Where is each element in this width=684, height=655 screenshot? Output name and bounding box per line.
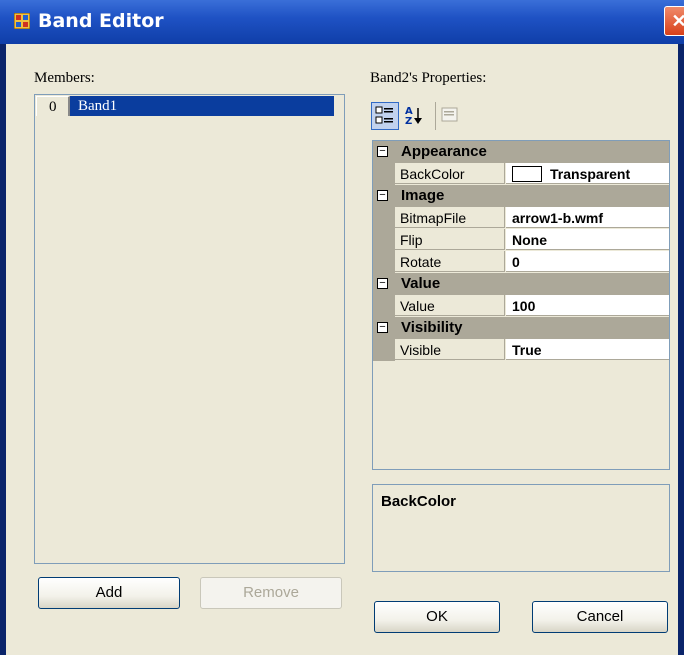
property-pages-button[interactable] — [435, 102, 463, 130]
category-label: Visibility — [401, 319, 463, 336]
collapse-icon[interactable]: − — [377, 190, 388, 201]
property-row-bitmapfile[interactable]: BitmapFile arrow1-b.wmf — [373, 207, 669, 229]
app-icon — [14, 13, 30, 29]
add-button[interactable]: Add — [38, 577, 180, 609]
close-icon: ✕ — [671, 11, 684, 31]
property-description: BackColor — [372, 484, 670, 572]
property-grid[interactable]: − Appearance BackColor Transparent − Ima… — [372, 140, 670, 470]
property-value[interactable]: None — [506, 229, 669, 250]
row-gutter — [373, 229, 395, 251]
property-row-flip[interactable]: Flip None — [373, 229, 669, 251]
color-swatch — [512, 166, 542, 183]
property-toolbar: A Z — [371, 100, 471, 132]
cancel-button[interactable]: Cancel — [532, 601, 668, 633]
property-value[interactable]: 0 — [506, 251, 669, 272]
list-item[interactable]: 0 Band1 — [36, 96, 334, 116]
property-value[interactable]: Transparent — [506, 163, 669, 184]
member-name: Band1 — [78, 98, 118, 114]
row-gutter — [373, 295, 395, 317]
category-label: Appearance — [401, 143, 487, 160]
dialog-body: Members: 0 Band1 Add Remove Band2's Prop… — [6, 44, 678, 655]
property-name: BitmapFile — [395, 207, 505, 228]
window-title: Band Editor — [38, 10, 164, 32]
property-row-rotate[interactable]: Rotate 0 — [373, 251, 669, 273]
categorized-button[interactable] — [371, 102, 399, 130]
property-name: Rotate — [395, 251, 505, 272]
property-value[interactable]: arrow1-b.wmf — [506, 207, 669, 228]
members-list[interactable]: 0 Band1 — [34, 94, 345, 564]
alphabetical-sort-icon: A Z — [405, 106, 422, 127]
property-name: Flip — [395, 229, 505, 250]
properties-label: Band2's Properties: — [370, 70, 487, 86]
category-label: Value — [401, 275, 441, 292]
property-name: Visible — [395, 339, 505, 360]
description-title: BackColor — [381, 493, 457, 510]
collapse-icon[interactable]: − — [377, 146, 388, 157]
property-pages-icon — [441, 107, 458, 122]
category-appearance[interactable]: − Appearance — [373, 141, 669, 163]
property-row-backcolor[interactable]: BackColor Transparent — [373, 163, 669, 185]
row-gutter — [373, 163, 395, 185]
property-row-value[interactable]: Value 100 — [373, 295, 669, 317]
row-gutter — [373, 207, 395, 229]
property-row-visible[interactable]: Visible True — [373, 339, 669, 361]
title-bar[interactable]: Band Editor ✕ — [0, 0, 684, 44]
category-label: Image — [401, 187, 445, 204]
property-value-text: Transparent — [550, 166, 631, 182]
close-button[interactable]: ✕ — [664, 6, 684, 36]
property-name: BackColor — [395, 163, 505, 184]
property-value[interactable]: True — [506, 339, 669, 360]
row-gutter — [373, 339, 395, 361]
row-gutter — [373, 251, 395, 273]
property-name: Value — [395, 295, 505, 316]
members-label: Members: — [34, 70, 95, 86]
ok-button[interactable]: OK — [374, 601, 500, 633]
collapse-icon[interactable]: − — [377, 322, 388, 333]
category-value[interactable]: − Value — [373, 273, 669, 295]
category-image[interactable]: − Image — [373, 185, 669, 207]
category-visibility[interactable]: − Visibility — [373, 317, 669, 339]
svg-text:Z: Z — [405, 116, 412, 127]
band-editor-window: Band Editor ✕ Members: 0 Band1 Add Remov… — [0, 0, 684, 655]
collapse-icon[interactable]: − — [377, 278, 388, 289]
alphabetical-button[interactable]: A Z — [401, 102, 429, 130]
property-value[interactable]: 100 — [506, 295, 669, 316]
member-index: 0 — [36, 96, 70, 116]
categorized-icon — [375, 106, 393, 124]
remove-button[interactable]: Remove — [200, 577, 342, 609]
